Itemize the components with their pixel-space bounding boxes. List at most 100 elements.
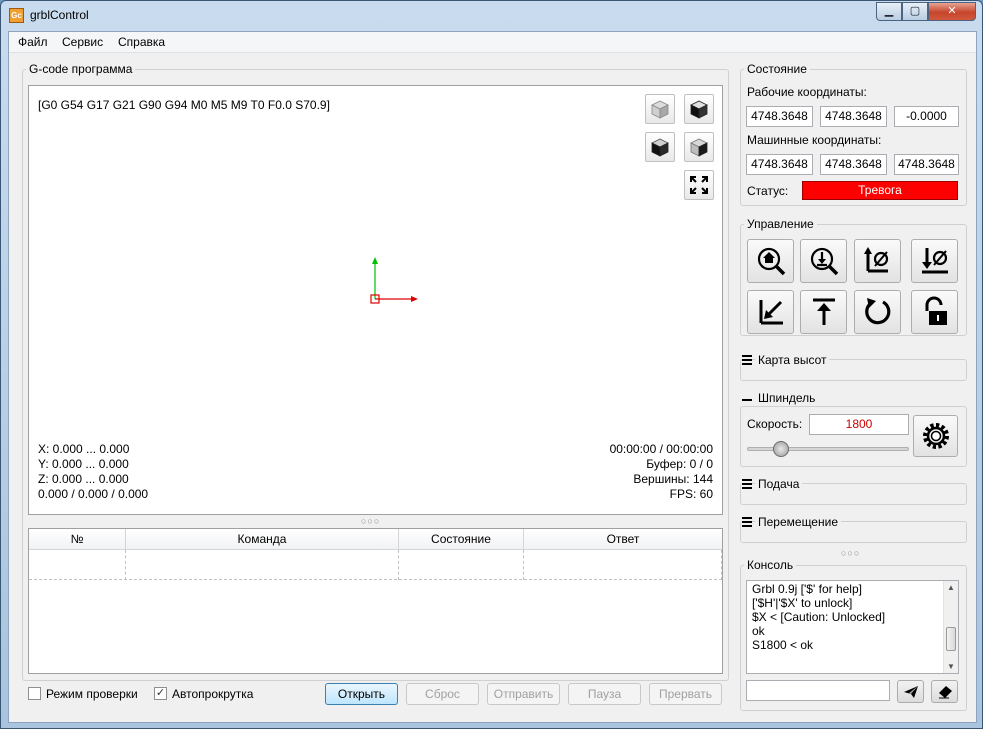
abort-button[interactable]: Прервать	[649, 683, 722, 705]
app-window: Gc grblControl ▁ ▢ ✕ Файл Сервис Справка…	[0, 0, 983, 729]
work-coords-label: Рабочие координаты:	[747, 85, 867, 99]
maximize-button[interactable]: ▢	[902, 2, 928, 21]
restore-origin-button[interactable]	[854, 290, 901, 334]
spindle-title[interactable]: Шпиндель	[755, 391, 819, 405]
gcode-3d-viewer[interactable]: [G0 G54 G17 G21 G90 G94 M0 M5 M9 T0 F0.0…	[28, 85, 723, 515]
col-number[interactable]: №	[29, 529, 126, 550]
machine-y-field: 4748.3648	[820, 154, 887, 175]
open-button[interactable]: Открыть	[325, 683, 398, 705]
gcode-program-title: G-code программа	[26, 62, 136, 76]
return-xy-icon	[759, 300, 783, 325]
expand-feed-icon[interactable]	[742, 479, 752, 481]
console-clear-button[interactable]	[931, 680, 958, 703]
view-left-button[interactable]	[645, 132, 675, 162]
machine-x-field: 4748.3648	[746, 154, 813, 175]
scroll-thumb[interactable]	[946, 627, 956, 651]
slider-handle[interactable]	[773, 441, 789, 457]
console-command-input[interactable]	[746, 680, 890, 701]
pause-button[interactable]: Пауза	[568, 683, 641, 705]
menu-file[interactable]: Файл	[18, 35, 48, 49]
heightmap-title[interactable]: Карта высот	[755, 353, 830, 367]
fit-view-icon	[690, 176, 708, 194]
expand-jog-icon[interactable]	[742, 517, 752, 519]
check-mode-label: Режим проверки	[46, 687, 138, 701]
table-row[interactable]	[29, 550, 722, 580]
bounds-info: X: 0.000 ... 0.000 Y: 0.000 ... 0.000 Z:…	[38, 442, 148, 502]
reset-button[interactable]: Сброс	[406, 683, 479, 705]
return-xy-button[interactable]	[747, 290, 794, 334]
console-line: Grbl 0.9j ['$' for help]	[752, 582, 862, 596]
view-front-icon	[651, 100, 669, 119]
console-line: $X < [Caution: Unlocked]	[752, 610, 886, 624]
view-isometric-button[interactable]	[684, 132, 714, 162]
work-x-field: 4748.3648	[746, 106, 813, 127]
panel-splitter-handle[interactable]: ○○○	[841, 548, 860, 558]
console-title: Консоль	[744, 558, 797, 572]
main-client-area: Файл Сервис Справка G-code программа [G0…	[8, 31, 977, 723]
bounds-y: Y: 0.000 ... 0.000	[38, 457, 129, 471]
zero-xy-icon	[863, 247, 888, 273]
gcode-table[interactable]: № Команда Состояние Ответ	[28, 528, 723, 674]
viewer-splitter-handle[interactable]: ○○○	[361, 516, 380, 526]
bounds-x: X: 0.000 ... 0.000	[38, 442, 130, 456]
status-badge: Тревога	[802, 181, 958, 200]
home-button[interactable]	[747, 239, 794, 283]
machine-coords-label: Машинные координаты:	[747, 133, 882, 147]
view-top-button[interactable]	[684, 94, 714, 124]
console-send-button[interactable]	[897, 680, 924, 703]
menu-help[interactable]: Справка	[118, 35, 165, 49]
origin-axes	[370, 257, 418, 304]
machine-z-field: 4748.3648	[894, 154, 959, 175]
app-logo-icon: Gc	[9, 8, 24, 23]
safe-z-icon	[812, 298, 835, 325]
probe-z-button[interactable]	[800, 239, 847, 283]
time-estimate: 00:00:00 / 00:00:00	[609, 442, 713, 456]
spindle-speed-slider[interactable]	[747, 441, 909, 457]
send-icon	[903, 685, 918, 698]
menu-service[interactable]: Сервис	[62, 35, 103, 49]
view-front-button[interactable]	[645, 94, 675, 124]
zero-xy-button[interactable]	[854, 239, 901, 283]
scroll-up-icon[interactable]: ▲	[947, 583, 955, 592]
console-line: ['$H'|'$X' to unlock]	[752, 596, 853, 610]
spindle-speed-input[interactable]: 1800	[809, 414, 909, 435]
col-command[interactable]: Команда	[126, 529, 399, 550]
bounds-z: Z: 0.000 ... 0.000	[38, 472, 129, 486]
console-scrollbar[interactable]: ▲ ▼	[943, 581, 958, 673]
expand-heightmap-icon[interactable]	[742, 355, 752, 357]
zero-z-button[interactable]	[911, 239, 958, 283]
safe-z-button[interactable]	[800, 290, 847, 334]
vertices-info: Вершины: 144	[633, 472, 713, 486]
feed-title[interactable]: Подача	[755, 477, 803, 491]
scroll-down-icon[interactable]: ▼	[947, 662, 955, 671]
status-label: Статус:	[747, 184, 789, 198]
check-mode-checkbox[interactable]	[28, 687, 41, 700]
jog-title[interactable]: Перемещение	[755, 515, 841, 529]
close-button[interactable]: ✕	[928, 2, 976, 21]
view-top-icon	[690, 100, 708, 119]
autoscroll-checkbox[interactable]: ✓	[154, 687, 167, 700]
eraser-icon	[938, 685, 952, 698]
console-line: ok	[752, 624, 765, 638]
state-title: Состояние	[744, 62, 810, 76]
send-button[interactable]: Отправить	[487, 683, 560, 705]
col-response[interactable]: Ответ	[524, 529, 722, 550]
home-icon	[757, 247, 785, 276]
spindle-toggle-button[interactable]	[913, 415, 958, 457]
fit-view-button[interactable]	[684, 170, 714, 200]
minimize-button[interactable]: ▁	[876, 2, 902, 21]
bounds-size: 0.000 / 0.000 / 0.000	[38, 487, 149, 501]
gcode-modal-state: [G0 G54 G17 G21 G90 G94 M0 M5 M9 T0 F0.0…	[38, 98, 330, 112]
work-y-field: 4748.3648	[820, 106, 887, 127]
collapse-spindle-icon[interactable]	[742, 399, 752, 401]
unlock-button[interactable]	[911, 290, 958, 334]
title-bar[interactable]: Gc grblControl ▁ ▢ ✕	[1, 1, 982, 29]
console-output[interactable]: Grbl 0.9j ['$' for help] ['$H'|'$X' to u…	[746, 580, 959, 674]
window-title: grblControl	[30, 8, 89, 22]
col-state[interactable]: Состояние	[399, 529, 524, 550]
control-title: Управление	[744, 217, 817, 231]
console-line: S1800 < ok	[752, 638, 814, 652]
autoscroll-label: Автопрокрутка	[172, 687, 254, 701]
work-z-field: -0.0000	[894, 106, 959, 127]
view-left-icon	[651, 138, 669, 157]
